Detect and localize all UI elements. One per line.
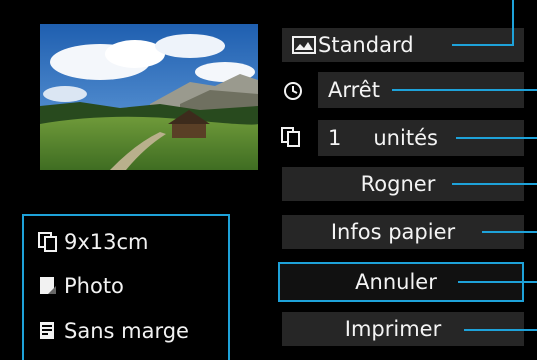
paper-size-row: 9x13cm	[38, 227, 149, 257]
paper-type-icon	[38, 276, 58, 296]
paper-size-label: 9x13cm	[64, 230, 149, 254]
copies-count: 1	[328, 126, 342, 150]
print-label: Imprimer	[344, 317, 442, 341]
paper-type-label: Photo	[64, 274, 124, 298]
callout-line-cancel	[458, 281, 537, 283]
cancel-label: Annuler	[355, 270, 437, 294]
copies-icon	[280, 126, 302, 152]
border-layout-icon	[38, 321, 58, 341]
callout-line-copies	[456, 137, 537, 139]
paper-type-row: Photo	[38, 271, 124, 301]
date-icon	[282, 80, 304, 106]
callout-line-print	[464, 329, 537, 331]
callout-line-trim	[452, 183, 537, 185]
paper-info-label: Infos papier	[330, 220, 456, 244]
photo-thumbnail	[40, 24, 258, 170]
date-label: Arrêt	[328, 78, 380, 102]
paper-size-icon	[38, 232, 58, 252]
copies-unit: unités	[373, 126, 438, 150]
border-row: Sans marge	[38, 316, 189, 346]
layout-icon	[292, 36, 316, 54]
callout-line-date	[392, 89, 537, 91]
trim-label: Rogner	[360, 172, 436, 196]
paper-settings-summary: 9x13cm Photo Sans marge	[22, 214, 230, 360]
layout-label: Standard	[318, 33, 414, 57]
callout-line-paper-info	[482, 231, 537, 233]
callout-line-layout	[452, 44, 514, 46]
border-label: Sans marge	[64, 319, 189, 343]
callout-line-layout-vertical	[512, 0, 514, 46]
